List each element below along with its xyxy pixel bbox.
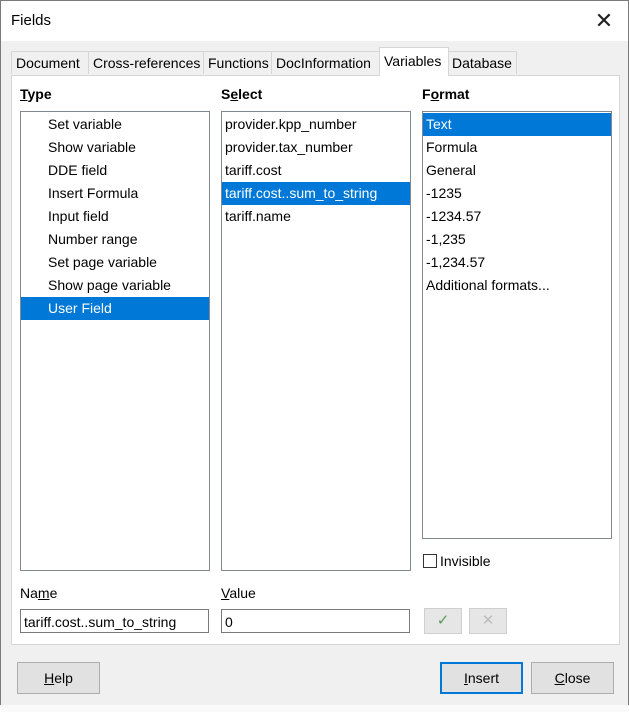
select-list-item[interactable]: provider.kpp_number <box>222 113 410 136</box>
select-heading: Select <box>221 86 263 102</box>
type-list-item[interactable]: Number range <box>21 228 209 251</box>
insert-button[interactable]: Insert <box>440 662 523 694</box>
select-list-item[interactable]: tariff.cost <box>222 159 410 182</box>
format-heading: Format <box>422 86 470 102</box>
tab-variables[interactable]: Variables <box>379 47 449 76</box>
checkmark-icon: ✓ <box>436 612 450 629</box>
select-list-item[interactable]: tariff.name <box>222 205 410 228</box>
delete-x-icon: ✕ <box>481 612 495 629</box>
format-list-item[interactable]: -1234.57 <box>423 205 611 228</box>
invisible-label: Invisible <box>440 553 491 569</box>
apply-button[interactable]: ✓ <box>424 608 462 634</box>
type-list-item[interactable]: DDE field <box>21 159 209 182</box>
type-list-item[interactable]: Set variable <box>21 113 209 136</box>
variables-panel: Type Set variable Show variable DDE field I… <box>11 75 620 645</box>
close-button[interactable]: Close <box>531 662 614 694</box>
title-bar: Fields ✕ <box>1 1 628 41</box>
tab-database[interactable]: Database <box>447 51 517 74</box>
format-list-item[interactable]: Formula <box>423 136 611 159</box>
tab-document[interactable]: Document <box>11 51 89 74</box>
format-list-item[interactable]: General <box>423 159 611 182</box>
format-list-item[interactable]: Additional formats... <box>423 274 611 297</box>
fields-dialog: Fields ✕ Document Cross-references Funct… <box>0 0 629 712</box>
delete-button[interactable]: ✕ <box>469 608 507 634</box>
value-label: Value <box>221 585 256 601</box>
format-list-item[interactable]: -1235 <box>423 182 611 205</box>
name-label: Name <box>20 585 58 601</box>
tab-functions[interactable]: Functions <box>203 51 274 74</box>
type-listbox[interactable]: Set variable Show variable DDE field Insert… <box>20 111 210 571</box>
tab-cross-references[interactable]: Cross-references <box>88 51 204 74</box>
select-listbox[interactable]: provider.kpp_number provider.tax_number ta… <box>221 111 411 571</box>
dialog-title: Fields <box>11 12 52 29</box>
type-list-item[interactable]: Show variable <box>21 136 209 159</box>
tab-docinformation[interactable]: DocInformation <box>271 51 383 74</box>
type-list-item[interactable]: Input field <box>21 205 209 228</box>
type-heading: Type <box>20 86 52 102</box>
background-strip <box>0 705 629 712</box>
name-input[interactable]: tariff.cost..sum_to_string <box>20 609 209 633</box>
select-list-item[interactable]: tariff.cost..sum_to_string <box>222 182 410 205</box>
format-list-item[interactable]: -1,234.57 <box>423 251 611 274</box>
type-list-item[interactable]: Insert Formula <box>21 182 209 205</box>
invisible-checkbox[interactable] <box>423 554 437 568</box>
help-button[interactable]: Help <box>17 662 100 694</box>
type-list-item[interactable]: User Field <box>21 297 209 320</box>
format-listbox[interactable]: Text Formula General -1235 -1234.57 -1,235 -1,… <box>422 111 612 539</box>
close-window-icon[interactable]: ✕ <box>590 7 618 35</box>
type-list-item[interactable]: Set page variable <box>21 251 209 274</box>
select-list-item[interactable]: provider.tax_number <box>222 136 410 159</box>
format-list-item[interactable]: -1,235 <box>423 228 611 251</box>
value-input[interactable]: 0 <box>221 609 410 633</box>
type-list-item[interactable]: Show page variable <box>21 274 209 297</box>
format-list-item[interactable]: Text <box>423 113 611 136</box>
